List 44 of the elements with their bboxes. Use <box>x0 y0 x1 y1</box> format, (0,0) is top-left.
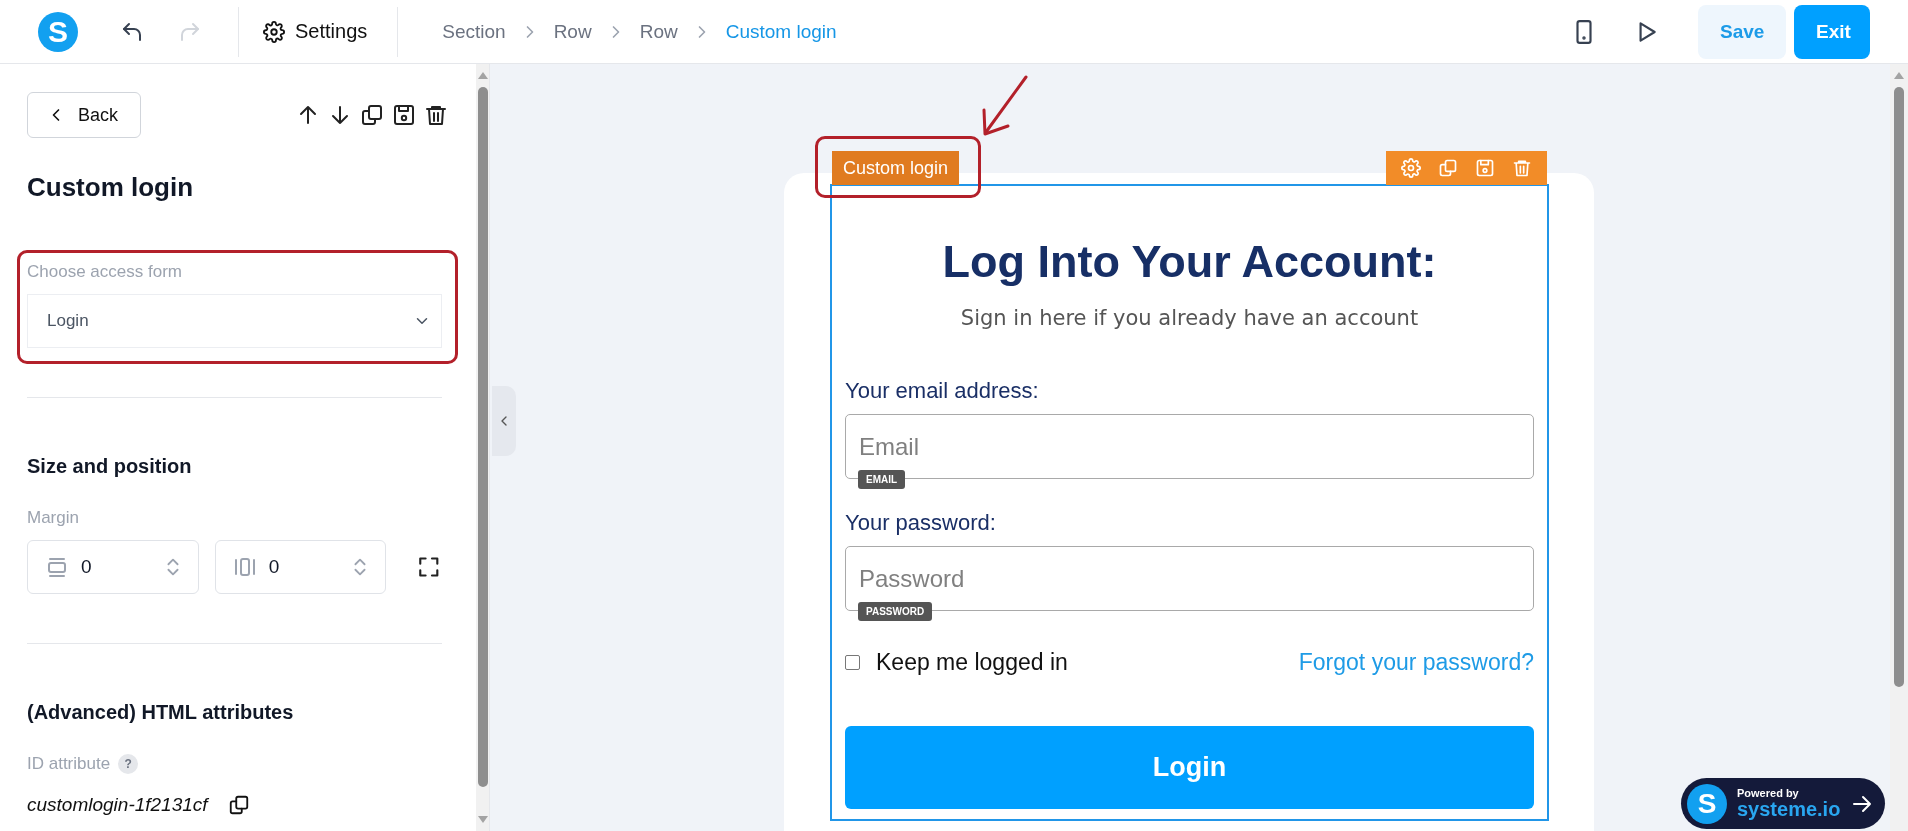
vertical-margin-icon <box>45 555 69 579</box>
field-label: Your password: <box>845 510 997 536</box>
breadcrumb-link[interactable]: Row <box>639 20 678 43</box>
form-title: Log Into Your Account: <box>941 236 1438 288</box>
horizontal-margin-icon <box>232 555 257 579</box>
annotation-arrow <box>980 74 1030 138</box>
login-button[interactable]: Login <box>845 726 1534 809</box>
section-heading: (Advanced) HTML attributes <box>27 701 295 724</box>
powered-by-badge[interactable]: S Powered by systeme.io <box>1681 778 1885 829</box>
field-tag: PASSWORD <box>858 602 933 621</box>
logo: S <box>1687 783 1727 824</box>
field-label: ID attribute <box>27 754 111 774</box>
section-heading: Size and position <box>27 455 193 478</box>
exit-button[interactable]: Exit <box>1794 4 1870 59</box>
margin-field[interactable]: 0 <box>27 540 199 594</box>
element-label: Custom login <box>832 151 960 185</box>
breadcrumb-link[interactable]: Row <box>553 20 592 43</box>
brand-name: systeme.io <box>1737 799 1841 819</box>
margin-field[interactable]: 0 <box>214 540 387 594</box>
checkbox[interactable] <box>845 655 860 670</box>
checkbox-label: Keep me logged in <box>876 649 1068 676</box>
field-label: Choose access form <box>27 262 183 282</box>
collapse-handle[interactable] <box>492 386 516 456</box>
id-value: customlogin-1f2131cf <box>27 794 208 816</box>
field-label: Margin <box>27 508 80 528</box>
access-form-select[interactable]: Login <box>27 294 442 348</box>
panel-title: Custom login <box>27 172 195 203</box>
field-label: Your email address: <box>845 378 1040 404</box>
help-icon[interactable]: ? <box>118 754 139 774</box>
settings-button[interactable]: Settings <box>239 11 390 52</box>
forgot-password-link[interactable]: Forgot your password? <box>1298 649 1534 676</box>
copy-icon[interactable] <box>227 794 250 816</box>
logo[interactable]: S <box>38 11 78 52</box>
save-icon[interactable] <box>392 103 416 127</box>
badge-caption: Powered by <box>1737 788 1800 799</box>
duplicate-icon[interactable] <box>360 103 384 127</box>
breadcrumb-link[interactable]: Section <box>442 20 506 43</box>
save-button[interactable]: Save <box>1698 4 1786 59</box>
back-button[interactable]: Back <box>27 92 141 138</box>
breadcrumb-link[interactable]: Custom login <box>725 20 837 43</box>
delete-icon[interactable] <box>424 103 448 127</box>
settings-icon[interactable] <box>263 20 285 43</box>
field-tag: EMAIL <box>858 470 906 489</box>
form-subtitle: Sign in here if you already have an account <box>959 306 1420 330</box>
